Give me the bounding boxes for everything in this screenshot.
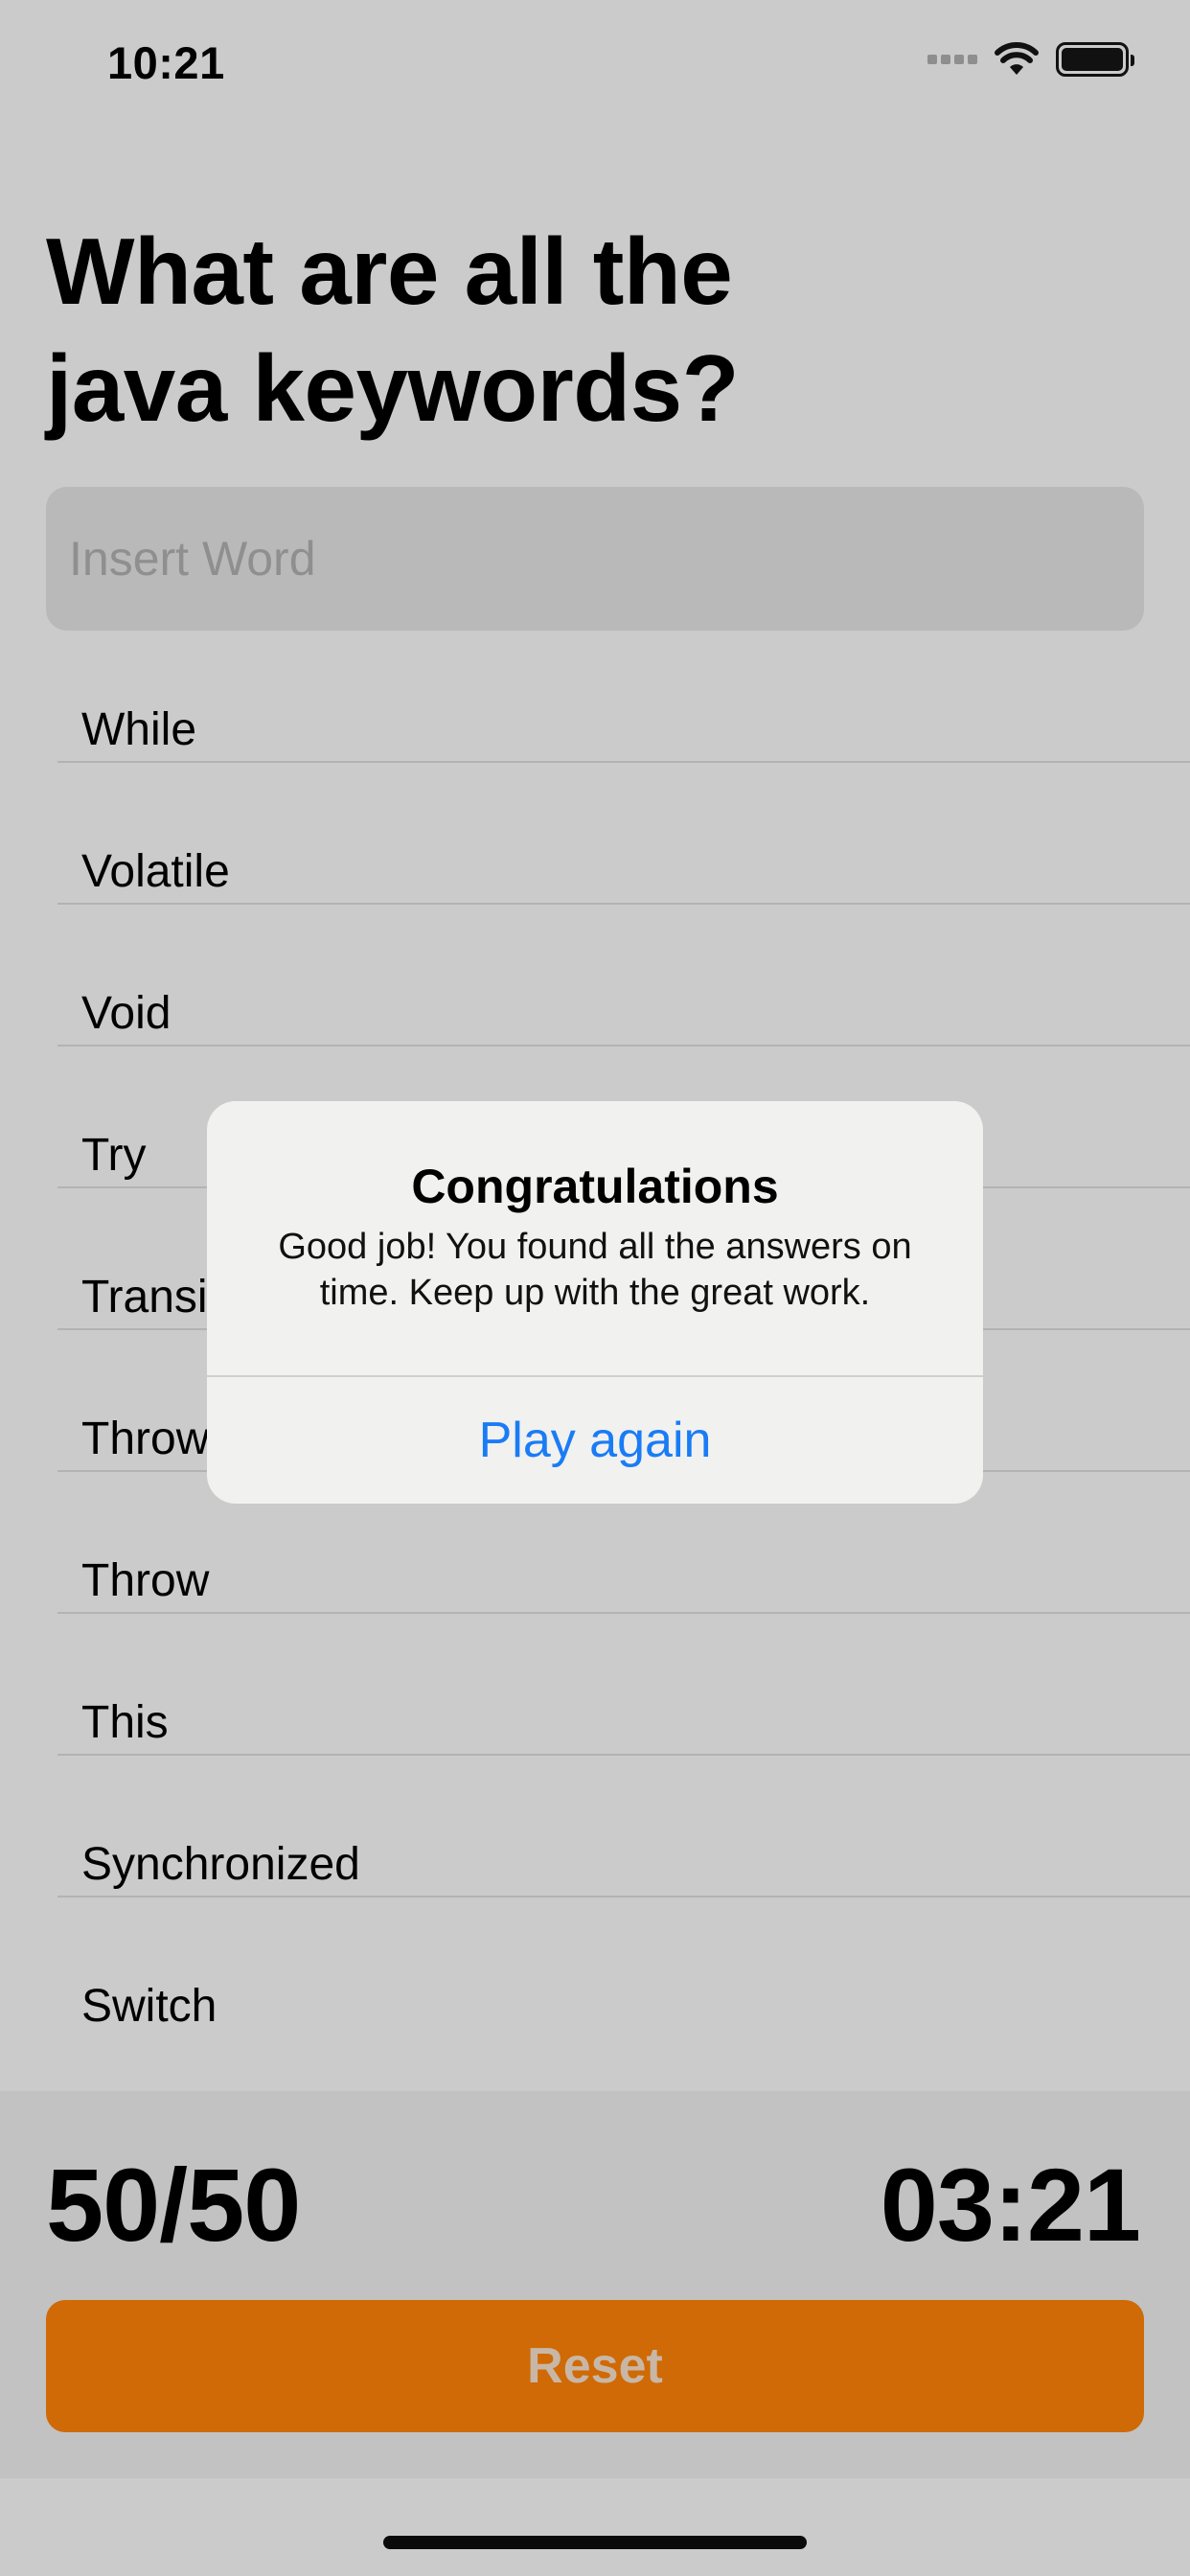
list-item-label: Switch bbox=[81, 1981, 217, 2032]
home-indicator[interactable] bbox=[383, 2536, 807, 2549]
wifi-icon bbox=[995, 42, 1039, 75]
list-item: While bbox=[0, 621, 1190, 763]
word-input[interactable] bbox=[46, 487, 1144, 631]
list-item: Volatile bbox=[0, 763, 1190, 905]
list-item: Switch bbox=[0, 1898, 1190, 2039]
list-item-label: Volatile bbox=[81, 846, 230, 897]
question-title: What are all the java keywords? bbox=[46, 218, 739, 441]
list-item: This bbox=[0, 1614, 1190, 1756]
battery-icon bbox=[1056, 42, 1134, 77]
alert-title: Congratulations bbox=[411, 1160, 779, 1213]
footer-bar: 50/50 03:21 Reset bbox=[0, 2091, 1190, 2478]
list-item-label: While bbox=[81, 704, 197, 755]
cellular-signal-icon bbox=[927, 55, 977, 64]
congratulations-alert: Congratulations Good job! You found all … bbox=[207, 1101, 983, 1504]
status-icons bbox=[927, 42, 1134, 77]
list-item-label: Void bbox=[81, 988, 172, 1039]
list-item: Synchronized bbox=[0, 1756, 1190, 1898]
status-bar: 10:21 bbox=[0, 0, 1190, 134]
list-item-label: Synchronized bbox=[81, 1839, 360, 1890]
status-time: 10:21 bbox=[107, 37, 225, 88]
alert-message: Good job! You found all the answers on t… bbox=[278, 1227, 912, 1313]
reset-button[interactable]: Reset bbox=[46, 2300, 1144, 2432]
play-again-button[interactable]: Play again bbox=[207, 1377, 983, 1504]
list-item-label: Throw bbox=[81, 1555, 210, 1606]
countdown-timer: 03:21 bbox=[880, 2147, 1141, 2263]
score-counter: 50/50 bbox=[46, 2147, 301, 2263]
list-item: Void bbox=[0, 905, 1190, 1046]
list-item-label: Try bbox=[81, 1130, 147, 1181]
list-item-label: This bbox=[81, 1697, 169, 1748]
